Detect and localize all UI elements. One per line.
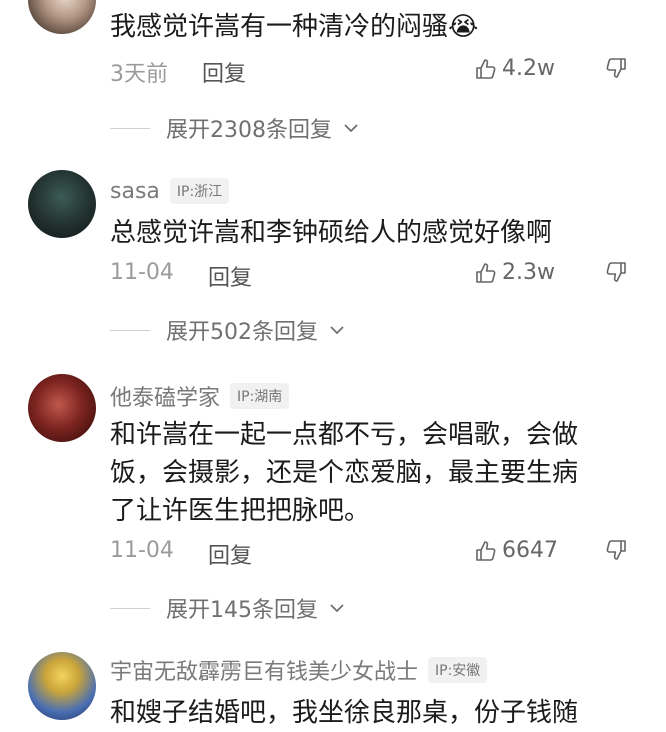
thumbs-up-icon bbox=[476, 58, 496, 79]
like-count: 6647 bbox=[502, 538, 558, 563]
expand-replies[interactable]: 展开145条回复 bbox=[110, 592, 346, 624]
expand-replies[interactable]: 展开2308条回复 bbox=[110, 112, 360, 144]
comment-text: 总感觉许嵩和李钟硕给人的感觉好像啊 bbox=[110, 218, 553, 248]
comment-text: 和嫂子结婚吧，我坐徐良那桌，份子钱随 bbox=[110, 698, 579, 728]
comment-text-line: 了让许医生把把脉吧。 bbox=[110, 496, 371, 526]
divider bbox=[110, 607, 150, 609]
avatar[interactable] bbox=[28, 0, 96, 34]
comment-text-line: 和许嵩在一起一点都不亏，会唱歌，会做 bbox=[110, 420, 579, 450]
divider bbox=[110, 127, 150, 129]
avatar[interactable] bbox=[28, 652, 96, 720]
expand-replies-label: 展开2308条回复 bbox=[166, 118, 332, 143]
dislike-button[interactable] bbox=[604, 56, 628, 84]
comment-meta: 他泰磕学家 IP:湖南 bbox=[110, 380, 290, 412]
comment-time: 11-04 bbox=[110, 260, 174, 285]
avatar[interactable] bbox=[28, 374, 96, 442]
comment-stats: 11-04 回复 2.3w bbox=[110, 260, 630, 292]
comment-stats: 3天前 回复 4.2w bbox=[110, 56, 630, 88]
comment-meta: sasa IP:浙江 bbox=[110, 178, 230, 204]
like-count: 2.3w bbox=[502, 260, 555, 285]
comment-time: 11-04 bbox=[110, 538, 174, 563]
comment-text: 我感觉许嵩有一种清冷的闷骚😭 bbox=[110, 12, 479, 42]
comment-meta: 宇宙无敌霹雳巨有钱美少女战士 IP:安徽 bbox=[110, 654, 488, 686]
thumbs-down-icon bbox=[606, 540, 626, 560]
chevron-down-icon bbox=[330, 604, 344, 613]
like-button[interactable]: 6647 bbox=[474, 538, 558, 563]
like-button[interactable]: 4.2w bbox=[474, 56, 555, 81]
like-count: 4.2w bbox=[502, 56, 555, 81]
username[interactable]: 他泰磕学家 bbox=[110, 380, 220, 412]
chevron-down-icon bbox=[330, 326, 344, 335]
username[interactable]: 宇宙无敌霹雳巨有钱美少女战士 bbox=[110, 654, 418, 686]
dislike-button[interactable] bbox=[604, 538, 628, 566]
chevron-down-icon bbox=[344, 124, 358, 133]
comment-time: 3天前 bbox=[110, 62, 168, 87]
comment-stats: 11-04 回复 6647 bbox=[110, 538, 630, 570]
comment-text: 和许嵩在一起一点都不亏，会唱歌，会做 饭，会摄影，还是个恋爱脑，最主要生病 了让… bbox=[110, 416, 630, 530]
expand-replies[interactable]: 展开502条回复 bbox=[110, 314, 346, 346]
thumbs-down-icon bbox=[606, 58, 626, 78]
reply-button[interactable]: 回复 bbox=[202, 56, 246, 88]
reply-button[interactable]: 回复 bbox=[208, 260, 252, 292]
expand-replies-label: 展开502条回复 bbox=[166, 320, 318, 345]
divider bbox=[110, 329, 150, 331]
comment-text-line: 饭，会摄影，还是个恋爱脑，最主要生病 bbox=[110, 458, 579, 488]
avatar[interactable] bbox=[28, 170, 96, 238]
ip-badge: IP:安徽 bbox=[428, 657, 488, 683]
like-button[interactable]: 2.3w bbox=[474, 260, 555, 285]
expand-replies-label: 展开145条回复 bbox=[166, 598, 318, 623]
ip-badge: IP:浙江 bbox=[169, 178, 230, 204]
ip-badge: IP:湖南 bbox=[230, 383, 290, 409]
username[interactable]: sasa bbox=[110, 179, 160, 204]
reply-button[interactable]: 回复 bbox=[208, 538, 252, 570]
thumbs-down-icon bbox=[606, 262, 626, 282]
thumbs-up-icon bbox=[476, 540, 496, 561]
dislike-button[interactable] bbox=[604, 260, 628, 288]
thumbs-up-icon bbox=[476, 262, 496, 283]
